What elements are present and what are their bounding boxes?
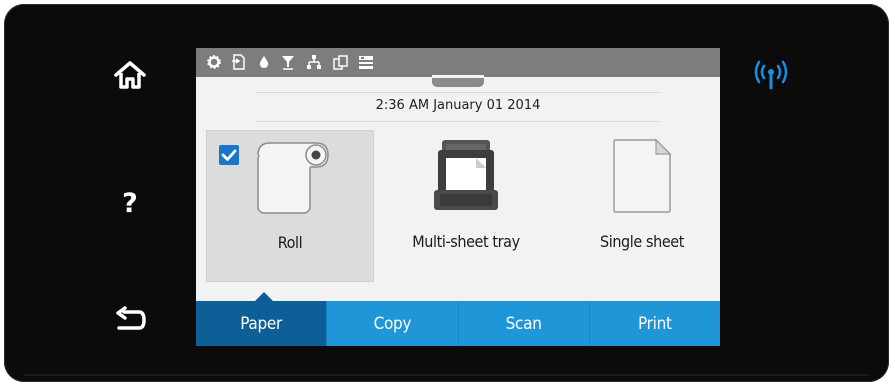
status-bar xyxy=(196,48,720,77)
source-label: Single sheet xyxy=(599,232,685,251)
back-button[interactable] xyxy=(108,298,152,342)
storage-icon[interactable] xyxy=(358,54,374,70)
date-time-display: 2:36 AM January 01 2014 xyxy=(375,98,541,113)
status-drawer-handle[interactable] xyxy=(432,75,484,87)
source-single-sheet-button[interactable]: Single sheet xyxy=(558,130,720,282)
tab-scan[interactable]: Scan xyxy=(457,301,589,346)
wireless-icon[interactable] xyxy=(753,58,789,92)
help-icon: ? xyxy=(122,187,138,219)
divider xyxy=(256,92,660,93)
help-button[interactable]: ? xyxy=(108,181,152,225)
tab-bar: Paper Copy Scan Print xyxy=(196,301,720,346)
tab-copy[interactable]: Copy xyxy=(326,301,458,346)
source-label: Roll xyxy=(277,233,303,252)
source-roll-button[interactable]: Roll xyxy=(206,130,374,282)
copy-icon[interactable] xyxy=(332,54,348,70)
active-tab-pointer xyxy=(255,292,273,301)
home-icon xyxy=(114,61,146,89)
network-icon[interactable] xyxy=(306,54,322,70)
roll-icon xyxy=(257,142,329,214)
divider xyxy=(256,121,660,122)
checkmark-icon xyxy=(221,149,237,161)
home-button[interactable] xyxy=(108,53,152,97)
source-label: Multi-sheet tray xyxy=(412,232,520,251)
selected-checkbox[interactable] xyxy=(219,145,239,165)
funnel-icon[interactable] xyxy=(280,54,296,70)
tray-icon xyxy=(434,140,498,210)
printer-control-panel: ? 2:36 AM January 01 2014 Roll Multi-she… xyxy=(4,4,889,382)
back-arrow-icon xyxy=(116,306,146,330)
touch-screen: 2:36 AM January 01 2014 Roll Multi-sheet… xyxy=(196,48,720,346)
source-multi-sheet-tray-button[interactable]: Multi-sheet tray xyxy=(382,130,550,282)
ink-drop-icon[interactable] xyxy=(256,54,272,70)
sheet-icon xyxy=(613,138,672,213)
gear-icon[interactable] xyxy=(206,54,222,70)
tab-print[interactable]: Print xyxy=(588,301,720,346)
document-icon[interactable] xyxy=(230,54,246,70)
tab-paper[interactable]: Paper xyxy=(196,301,327,346)
